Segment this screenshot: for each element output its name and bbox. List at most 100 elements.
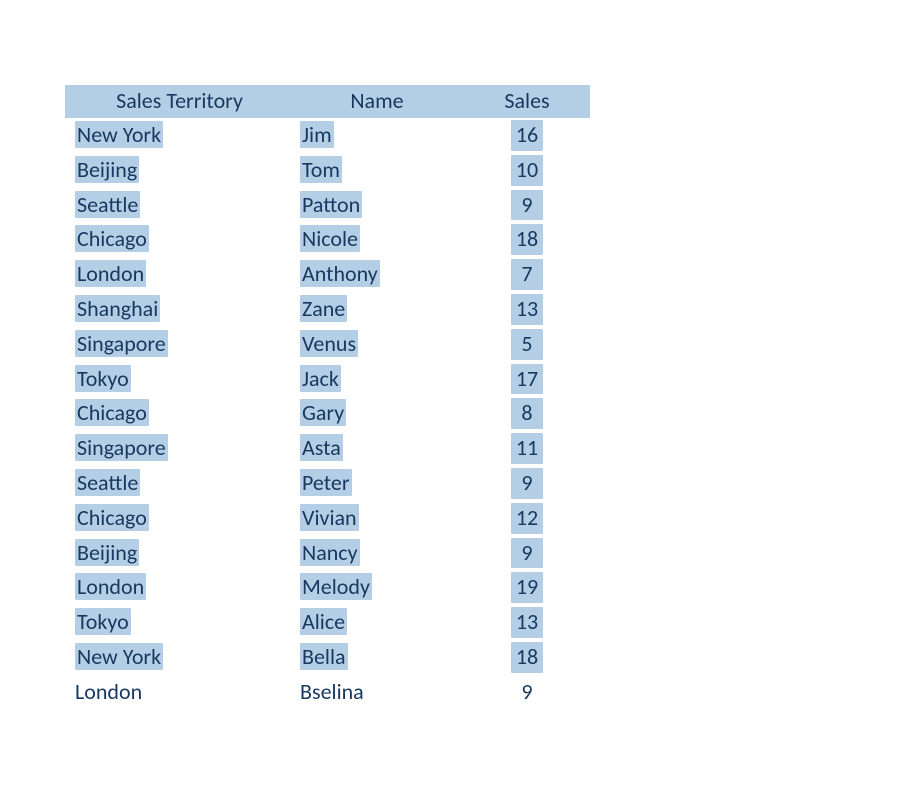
cell-territory: Shanghai: [65, 292, 290, 327]
cell-sales-text: 9: [511, 468, 543, 499]
cell-territory-text: Singapore: [75, 330, 168, 357]
col-header-sales: Sales: [460, 85, 590, 117]
cell-territory-text: Seattle: [75, 191, 140, 218]
cell-name-text: Nicole: [300, 225, 360, 252]
cell-territory: Seattle: [65, 466, 290, 501]
cell-territory-text: Beijing: [75, 156, 139, 183]
table-row: Beijing Tom 10: [65, 153, 590, 188]
cell-name-text: Bselina: [300, 678, 364, 705]
cell-territory-text: Chicago: [75, 225, 149, 252]
cell-name: Anthony: [290, 257, 460, 292]
cell-territory-text: New York: [75, 643, 163, 670]
cell-territory-text: Tokyo: [75, 365, 131, 392]
table-row: Beijing Nancy 9: [65, 536, 590, 571]
cell-sales-text: 19: [511, 572, 543, 603]
table-body: New YorkJim16BeijingTom10SeattlePatton9C…: [65, 117, 590, 710]
table-row: Seattle Peter 9: [65, 466, 590, 501]
table-row: Shanghai Zane 13: [65, 292, 590, 327]
table-row: Singapore Venus 5: [65, 327, 590, 362]
cell-sales: 9: [460, 466, 590, 501]
cell-name-text: Vivian: [300, 504, 359, 531]
cell-sales-text: 9: [511, 538, 543, 569]
table-row: Chicago Vivian 12: [65, 501, 590, 536]
table-row: TokyoAlice13: [65, 605, 590, 640]
cell-sales: 5: [460, 327, 590, 362]
cell-sales: 11: [460, 431, 590, 466]
cell-name: Venus: [290, 327, 460, 362]
cell-name: Bselina: [290, 675, 460, 710]
cell-territory: Tokyo: [65, 362, 290, 397]
cell-sales-text: 13: [511, 607, 543, 638]
cell-territory: Beijing: [65, 153, 290, 188]
cell-territory-text: Tokyo: [75, 608, 131, 635]
col-header-territory: Sales Territory: [65, 85, 290, 117]
cell-sales: 17: [460, 362, 590, 397]
table-row: New YorkJim16: [65, 117, 590, 153]
cell-territory-text: Beijing: [75, 539, 139, 566]
cell-territory: Seattle: [65, 188, 290, 223]
cell-sales-text: 18: [511, 224, 543, 255]
cell-name: Vivian: [290, 501, 460, 536]
cell-sales: 12: [460, 501, 590, 536]
cell-sales-text: 5: [511, 329, 543, 360]
cell-sales-text: 10: [511, 155, 543, 186]
cell-name: Zane: [290, 292, 460, 327]
cell-name-text: Anthony: [300, 260, 380, 287]
cell-territory-text: Seattle: [75, 469, 140, 496]
table-row: SingaporeAsta 11: [65, 431, 590, 466]
cell-name: Asta: [290, 431, 460, 466]
cell-name-text: Melody: [300, 573, 372, 600]
cell-name-text: Tom: [300, 156, 342, 183]
table-row: London Bselina 9: [65, 675, 590, 710]
cell-territory: London: [65, 257, 290, 292]
cell-territory: Chicago: [65, 222, 290, 257]
cell-name-text: Zane: [300, 295, 347, 322]
cell-territory: Chicago: [65, 501, 290, 536]
table-row: London Anthony 7: [65, 257, 590, 292]
cell-name: Bella: [290, 640, 460, 675]
cell-name-text: Gary: [300, 399, 346, 426]
cell-territory: London: [65, 675, 290, 710]
cell-territory-text: London: [75, 260, 146, 287]
cell-name: Jack: [290, 362, 460, 397]
table-row: London Melody 19: [65, 570, 590, 605]
cell-territory: Singapore: [65, 327, 290, 362]
table-row: SeattlePatton9: [65, 188, 590, 223]
cell-sales: 19: [460, 570, 590, 605]
cell-name-text: Bella: [300, 643, 348, 670]
table-row: New York Bella 18: [65, 640, 590, 675]
cell-territory-text: Shanghai: [75, 295, 160, 322]
cell-territory-text: Chicago: [75, 399, 149, 426]
table-row: Chicago Gary 8: [65, 396, 590, 431]
cell-name: Peter: [290, 466, 460, 501]
cell-name: Patton: [290, 188, 460, 223]
cell-territory-text: New York: [75, 121, 163, 148]
cell-sales: 13: [460, 292, 590, 327]
cell-territory-text: Chicago: [75, 504, 149, 531]
cell-name: Nicole: [290, 222, 460, 257]
table-row: Chicago Nicole 18: [65, 222, 590, 257]
cell-sales: 9: [460, 675, 590, 710]
cell-sales-text: 11: [511, 433, 543, 464]
cell-sales-text: 13: [511, 294, 543, 325]
sales-table-container: Sales Territory Name Sales New YorkJim16…: [65, 85, 590, 710]
cell-name-text: Jack: [300, 365, 341, 392]
cell-sales-text: 18: [511, 642, 543, 673]
cell-sales: 9: [460, 536, 590, 571]
cell-sales: 18: [460, 222, 590, 257]
cell-sales: 8: [460, 396, 590, 431]
cell-sales-text: 8: [511, 398, 543, 429]
cell-name-text: Nancy: [300, 539, 360, 566]
cell-territory: Tokyo: [65, 605, 290, 640]
cell-name: Melody: [290, 570, 460, 605]
cell-sales-text: 12: [511, 503, 543, 534]
cell-name: Nancy: [290, 536, 460, 571]
cell-territory: Beijing: [65, 536, 290, 571]
cell-name-text: Peter: [300, 469, 352, 496]
cell-name-text: Venus: [300, 330, 358, 357]
cell-territory: Chicago: [65, 396, 290, 431]
cell-territory: Singapore: [65, 431, 290, 466]
sales-table: Sales Territory Name Sales New YorkJim16…: [65, 85, 590, 710]
cell-sales-text: 7: [511, 259, 543, 290]
cell-territory: London: [65, 570, 290, 605]
